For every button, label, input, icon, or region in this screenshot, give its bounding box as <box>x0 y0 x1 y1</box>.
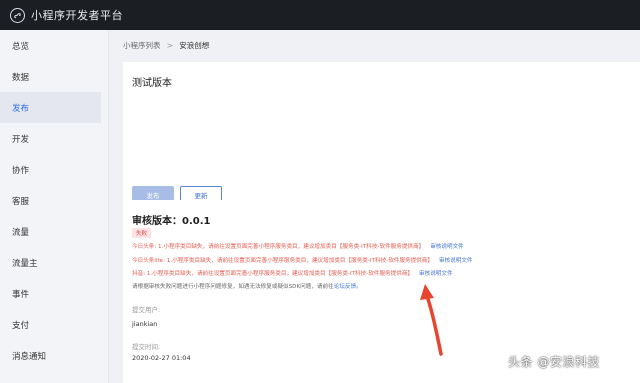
main-content: 小程序列表 > 安浪创想 测试版本 发布 更新 审核版本：0.0.1 失败 今日… <box>109 30 640 383</box>
repair-note: 请根据审核失败问题进行小程序问题修复，如遇无法修复或疑似SDK问题，请前往论坛反… <box>132 282 362 290</box>
top-bar: 小程序开发者平台 <box>0 0 640 30</box>
rejection-reason-toutiao-lite: 今日头条lite: 1.小程序类目缺失，请前往设置页面完善小程序服务类目，建议增… <box>132 256 473 264</box>
submit-time-label: 提交时间: <box>132 343 161 351</box>
submitter-label: 提交用户: <box>132 306 161 314</box>
status-badge: 失败 <box>132 228 152 238</box>
sidebar-item-traffic-owner[interactable]: 流量主 <box>0 247 108 278</box>
forum-feedback-link[interactable]: 论坛反馈。 <box>334 284 362 290</box>
breadcrumb-current: 安浪创想 <box>179 41 210 50</box>
breadcrumb-mini-program-list[interactable]: 小程序列表 <box>123 40 161 51</box>
mini-program-logo-icon <box>10 7 25 23</box>
sidebar: 总览 数据 发布 开发 协作 客服 流量 流量主 事件 支付 消息通知 <box>0 30 109 383</box>
sidebar-item-data[interactable]: 数据 <box>0 61 108 92</box>
review-doc-link[interactable]: 审核说明文件 <box>430 244 464 250</box>
submitter-value: jiankian <box>132 320 158 328</box>
repair-note-text: 请根据审核失败问题进行小程序问题修复，如遇无法修复或疑似SDK问题，请前往 <box>132 284 334 290</box>
review-doc-link[interactable]: 审核说明文件 <box>439 258 473 264</box>
rejection-reason-douyin: 抖音: 1.小程序类目缺失，请前往设置页面完善小程序服务类目，建议增加类目【服务… <box>132 269 453 277</box>
sidebar-item-collaborate[interactable]: 协作 <box>0 154 108 185</box>
sidebar-item-publish[interactable]: 发布 <box>0 92 101 123</box>
sidebar-item-notifications[interactable]: 消息通知 <box>0 340 108 371</box>
sidebar-item-overview[interactable]: 总览 <box>0 30 108 61</box>
test-version-title: 测试版本 <box>132 78 172 89</box>
sidebar-item-traffic[interactable]: 流量 <box>0 216 108 247</box>
sidebar-item-customer-service[interactable]: 客服 <box>0 185 108 216</box>
sidebar-item-payment[interactable]: 支付 <box>0 309 108 340</box>
rejection-reason-text: 抖音: 1.小程序类目缺失，请前往设置页面完善小程序服务类目，建议增加类目【服务… <box>132 271 414 277</box>
review-doc-link[interactable]: 审核说明文件 <box>419 271 453 277</box>
app-title: 小程序开发者平台 <box>31 9 123 22</box>
watermark: 头条 @安浪科技 <box>508 355 600 369</box>
submit-time-value: 2020-02-27 01:04 <box>132 354 191 362</box>
rejection-reason-text: 今日头条lite: 1.小程序类目缺失，请前往设置页面完善小程序服务类目，建议增… <box>132 258 433 264</box>
rejection-reason-toutiao: 今日头条: 1.小程序类目缺失，请前往设置页面完善小程序服务类目，建议增加类目【… <box>132 242 464 250</box>
test-version-card: 测试版本 发布 更新 <box>123 62 640 214</box>
breadcrumb-separator: > <box>166 41 174 50</box>
sidebar-item-events[interactable]: 事件 <box>0 278 108 309</box>
review-version-title: 审核版本：0.0.1 <box>132 216 211 227</box>
breadcrumb: 小程序列表 > 安浪创想 <box>123 40 209 51</box>
rejection-reason-text: 今日头条: 1.小程序类目缺失，请前往设置页面完善小程序服务类目，建议增加类目【… <box>132 244 425 250</box>
sidebar-item-develop[interactable]: 开发 <box>0 123 108 154</box>
